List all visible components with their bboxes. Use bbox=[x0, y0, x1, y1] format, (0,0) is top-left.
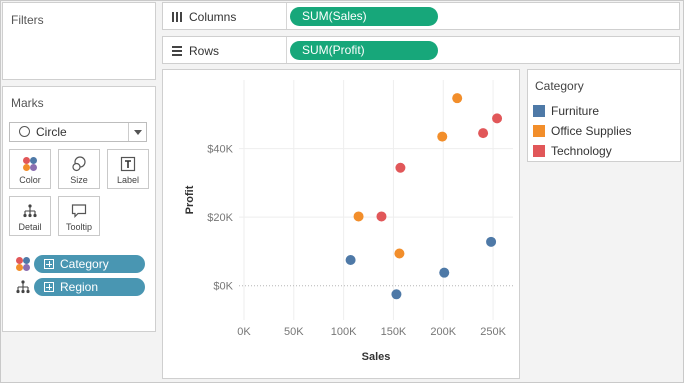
rows-shelf[interactable]: Rows SUM(Profit) bbox=[162, 36, 680, 64]
data-point-office-supplies[interactable] bbox=[353, 211, 364, 222]
legend-item-office-supplies[interactable]: Office Supplies bbox=[531, 123, 632, 139]
x-axis-title: Sales bbox=[362, 351, 391, 363]
region-field-pill[interactable]: Region bbox=[34, 278, 145, 296]
rows-shelf-header: Rows bbox=[171, 44, 219, 58]
label-t-icon bbox=[108, 156, 148, 172]
tooltip-button-label: Tooltip bbox=[65, 222, 92, 232]
data-point-furniture[interactable] bbox=[439, 267, 450, 278]
data-point-office-supplies[interactable] bbox=[437, 131, 448, 142]
chevron-down-icon[interactable] bbox=[128, 123, 146, 141]
sum-sales-pill[interactable]: SUM(Sales) bbox=[290, 7, 438, 26]
label-button-label: Label bbox=[116, 175, 140, 185]
x-tick-label: 0K bbox=[237, 326, 251, 338]
legend-swatch bbox=[533, 105, 545, 117]
y-tick-label: $0K bbox=[213, 281, 233, 293]
category-field-pill[interactable]: Category bbox=[34, 255, 145, 273]
detail-tree-icon bbox=[10, 203, 50, 219]
rows-shelf-label: Rows bbox=[189, 44, 220, 58]
marks-title: Marks bbox=[11, 96, 44, 110]
data-point-technology[interactable] bbox=[478, 128, 489, 139]
color-dots-icon bbox=[16, 257, 30, 271]
legend-item-label: Office Supplies bbox=[551, 124, 632, 138]
data-point-technology[interactable] bbox=[376, 211, 387, 222]
detail-button-label: Detail bbox=[18, 222, 42, 232]
label-button[interactable]: Label bbox=[107, 149, 149, 189]
expand-plus-icon[interactable] bbox=[44, 259, 54, 269]
columns-shelf[interactable]: Columns SUM(Sales) bbox=[162, 2, 680, 30]
legend-item-technology[interactable]: Technology bbox=[531, 143, 612, 159]
category-field-label: Category bbox=[60, 257, 109, 271]
data-point-furniture[interactable] bbox=[486, 236, 497, 247]
columns-shelf-label: Columns bbox=[189, 10, 237, 24]
expand-plus-icon[interactable] bbox=[44, 282, 54, 292]
mark-type-value: Circle bbox=[36, 125, 67, 139]
filters-title: Filters bbox=[11, 13, 44, 27]
x-tick-label: 100K bbox=[331, 326, 357, 338]
y-axis-title: Profit bbox=[184, 185, 196, 214]
circle-icon bbox=[19, 126, 30, 137]
x-tick-label: 150K bbox=[381, 326, 407, 338]
data-point-furniture[interactable] bbox=[345, 255, 356, 265]
detail-tree-icon bbox=[16, 280, 30, 294]
x-tick-label: 50K bbox=[284, 326, 304, 338]
filters-panel[interactable]: Filters bbox=[2, 2, 156, 80]
color-button[interactable]: Color bbox=[9, 149, 51, 189]
scatter-chart[interactable]: $0K $20K $40K 0K 50K 100K 150K 200K 250K Sales Pro… bbox=[163, 70, 519, 378]
region-field-label: Region bbox=[60, 280, 99, 294]
view-panel: $0K $20K $40K 0K 50K 100K 150K 200K 250K Sales Pro… bbox=[162, 69, 520, 379]
shelf-divider bbox=[286, 37, 287, 63]
tooltip-bubble-icon bbox=[59, 203, 99, 219]
data-point-furniture[interactable] bbox=[391, 289, 402, 300]
data-point-technology[interactable] bbox=[395, 162, 406, 173]
legend-item-furniture[interactable]: Furniture bbox=[531, 103, 599, 119]
data-point-technology[interactable] bbox=[492, 113, 503, 124]
data-point-office-supplies[interactable] bbox=[394, 248, 405, 259]
columns-icon bbox=[172, 12, 182, 22]
legend-swatch bbox=[533, 145, 545, 157]
y-tick-label: $40K bbox=[207, 144, 233, 156]
x-tick-label: 250K bbox=[480, 326, 506, 338]
detail-button[interactable]: Detail bbox=[9, 196, 51, 236]
mark-type-dropdown[interactable]: Circle bbox=[9, 122, 147, 142]
y-tick-label: $20K bbox=[207, 212, 233, 224]
color-button-label: Color bbox=[19, 175, 41, 185]
data-point-office-supplies[interactable] bbox=[452, 93, 463, 104]
size-button[interactable]: Size bbox=[58, 149, 100, 189]
legend-panel: Category Furniture Office Supplies Techn… bbox=[527, 69, 681, 162]
size-button-label: Size bbox=[70, 175, 88, 185]
legend-item-label: Furniture bbox=[551, 104, 600, 118]
sum-profit-pill[interactable]: SUM(Profit) bbox=[290, 41, 438, 60]
legend-swatch bbox=[533, 125, 545, 137]
size-circles-icon bbox=[59, 156, 99, 172]
x-tick-label: 200K bbox=[430, 326, 456, 338]
columns-shelf-header: Columns bbox=[171, 10, 236, 24]
rows-icon bbox=[172, 46, 182, 56]
legend-item-label: Technology bbox=[551, 144, 612, 158]
tooltip-button[interactable]: Tooltip bbox=[58, 196, 100, 236]
legend-title: Category bbox=[535, 79, 584, 93]
color-dots-icon bbox=[10, 156, 50, 172]
shelf-divider bbox=[286, 3, 287, 29]
